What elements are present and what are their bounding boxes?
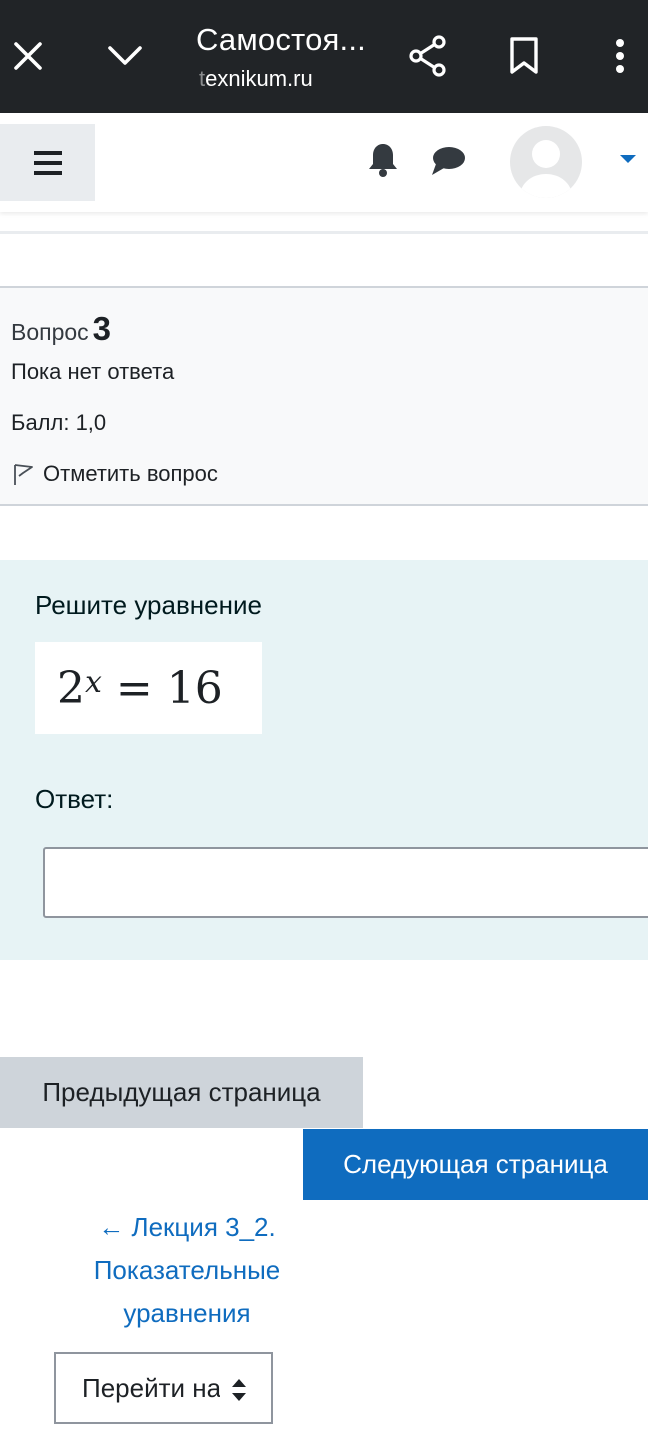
select-arrows-icon [231,1378,247,1402]
caret-down-icon[interactable] [614,150,642,168]
answer-input[interactable] [43,847,648,918]
flag-question-link[interactable]: Отметить вопрос [11,461,218,487]
close-icon[interactable] [8,30,48,82]
arrow-left-icon: ← [98,1212,125,1242]
menu-icon [33,150,62,175]
previous-activity-link[interactable]: ← Лекция 3_2. Показательные уравнения [60,1206,314,1335]
question-formulation: Решите уравнение 2x = 16 Ответ: [0,560,648,960]
answer-label: Ответ: [35,784,114,814]
user-avatar[interactable] [510,126,582,198]
chat-icon[interactable] [428,143,468,179]
browser-toolbar: Самостоя... texnikum.ru [0,0,648,113]
site-navbar [0,113,648,212]
question-number: Вопрос 3 [11,310,112,347]
previous-page-button[interactable]: Предыдущая страница [0,1057,363,1128]
page-url[interactable]: texnikum.ru [199,66,313,92]
flag-question-label: Отметить вопрос [43,461,218,486]
chevron-down-icon[interactable] [100,34,150,78]
next-page-button[interactable]: Следующая страница [303,1129,648,1200]
page-title[interactable]: Самостоя... [196,22,366,58]
question-state: Пока нет ответа [11,359,175,384]
equation-image: 2x = 16 [35,642,262,734]
bookmark-icon[interactable] [504,34,544,78]
question-info: Вопрос 3 Пока нет ответа Балл: 1,0 Отмети… [0,286,648,506]
jump-to-select[interactable]: Перейти на... [54,1352,273,1424]
flag-icon [11,461,35,487]
question-prompt: Решите уравнение [35,590,262,620]
share-icon[interactable] [406,34,450,78]
more-vert-icon[interactable] [604,34,636,78]
question-grade: Балл: 1,0 [11,410,107,435]
divider [0,231,648,234]
bell-icon[interactable] [365,140,401,180]
menu-button[interactable] [0,124,95,201]
jump-to-label: Перейти на... [82,1372,220,1403]
